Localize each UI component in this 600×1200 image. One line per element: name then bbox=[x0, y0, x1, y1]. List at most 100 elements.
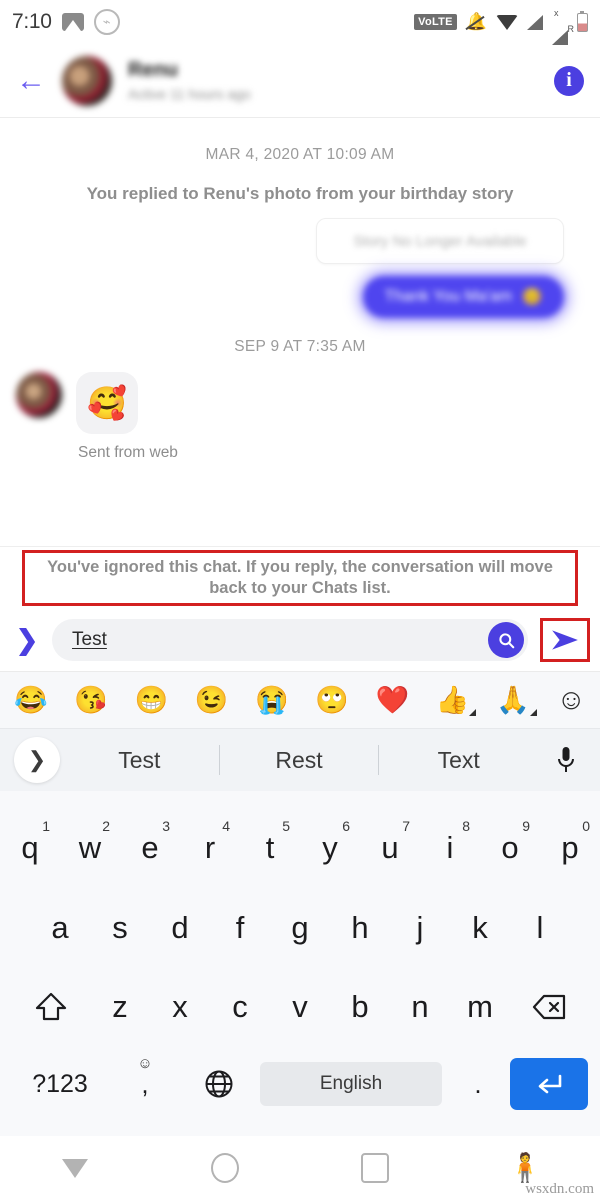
key-comma[interactable]: ☺ , bbox=[108, 1055, 182, 1100]
battery-icon bbox=[577, 10, 588, 32]
emoji-kiss-heart[interactable]: 😘 bbox=[74, 686, 108, 714]
key-e[interactable]: 3e bbox=[120, 818, 180, 877]
story-card[interactable]: Story No Longer Available bbox=[316, 218, 564, 264]
key-t-label: t bbox=[265, 829, 275, 865]
key-i-number: 8 bbox=[462, 817, 470, 834]
key-r-label: r bbox=[204, 829, 216, 865]
key-q[interactable]: 1q bbox=[0, 818, 60, 877]
key-i[interactable]: 8i bbox=[420, 817, 480, 877]
suggestion-word-2[interactable]: Rest bbox=[220, 747, 379, 774]
emoji-loudly-crying[interactable]: 😭 bbox=[255, 686, 289, 714]
globe-icon[interactable] bbox=[182, 1069, 256, 1099]
emoji-joy[interactable]: 😂 bbox=[14, 686, 48, 714]
status-bar-left: 7:10 ⌁ bbox=[12, 9, 120, 35]
info-icon[interactable]: i bbox=[554, 65, 584, 96]
day-stamp: MAR 4, 2020 AT 10:09 AM bbox=[205, 146, 395, 163]
key-d[interactable]: d bbox=[150, 899, 210, 957]
key-y[interactable]: 6y bbox=[300, 817, 360, 877]
status-time: 7:10 bbox=[12, 10, 52, 33]
key-u-number: 7 bbox=[402, 817, 410, 834]
key-u[interactable]: 7u bbox=[360, 817, 420, 877]
nav-back-button[interactable] bbox=[0, 1158, 150, 1178]
message-input[interactable]: Test bbox=[52, 619, 528, 661]
shift-icon[interactable] bbox=[12, 991, 90, 1023]
ignored-notice-wrap: You've ignored this chat. If you reply, … bbox=[0, 546, 600, 609]
signal-icon bbox=[527, 14, 543, 30]
key-period[interactable]: . bbox=[446, 1069, 510, 1100]
system-nav-bar: 🧍 wsxdn.com bbox=[0, 1136, 600, 1200]
suggestion-word-3[interactable]: Text bbox=[379, 747, 538, 774]
nav-accessibility-button[interactable]: 🧍 bbox=[450, 1154, 600, 1182]
key-t[interactable]: 5t bbox=[240, 817, 300, 877]
key-g[interactable]: g bbox=[270, 899, 330, 957]
backspace-icon[interactable] bbox=[510, 991, 588, 1023]
key-u-label: u bbox=[381, 829, 399, 865]
key-symbols[interactable]: ?123 bbox=[12, 1070, 108, 1099]
key-z[interactable]: z bbox=[90, 978, 150, 1036]
key-c[interactable]: c bbox=[210, 978, 270, 1036]
variant-corner-icon bbox=[529, 708, 537, 716]
key-f[interactable]: f bbox=[210, 899, 270, 957]
key-m[interactable]: m bbox=[450, 978, 510, 1036]
composer-expand-button[interactable]: ❯ bbox=[10, 625, 44, 656]
key-o-number: 9 bbox=[522, 817, 530, 834]
contact-status: Active 11 hours ago bbox=[128, 86, 251, 102]
search-icon[interactable] bbox=[488, 622, 524, 658]
day-stamp-2: SEP 9 AT 7:35 AM bbox=[234, 338, 366, 355]
suggestion-word-1[interactable]: Test bbox=[60, 747, 219, 774]
key-x[interactable]: x bbox=[150, 978, 210, 1036]
key-i-label: i bbox=[446, 829, 454, 865]
emoji-red-heart[interactable]: ❤️ bbox=[376, 686, 410, 714]
key-enter[interactable] bbox=[510, 1058, 588, 1111]
key-n[interactable]: n bbox=[390, 978, 450, 1036]
key-b[interactable]: b bbox=[330, 978, 390, 1036]
key-y-number: 6 bbox=[342, 817, 350, 834]
key-k[interactable]: k bbox=[450, 899, 510, 957]
microphone-icon[interactable] bbox=[538, 745, 594, 775]
key-t-number: 5 bbox=[282, 817, 290, 834]
nav-home-icon bbox=[211, 1153, 239, 1183]
emoji-quick-bar: 😂 😘 😁 😉 😭 🙄 ❤️ 👍 🙏 ☺ bbox=[0, 672, 600, 729]
status-bar: 7:10 ⌁ VoLTE 🔔 xR bbox=[0, 0, 600, 45]
keyboard-row-2: a s d f g h j k l bbox=[0, 899, 600, 957]
key-q-label: q bbox=[21, 829, 39, 865]
key-r[interactable]: 4r bbox=[180, 817, 240, 877]
suggestion-strip: ❯ Test Rest Text bbox=[0, 729, 600, 791]
key-v[interactable]: v bbox=[270, 978, 330, 1036]
emoji-beaming[interactable]: 😁 bbox=[135, 686, 169, 714]
key-l[interactable]: l bbox=[510, 899, 570, 957]
key-comma-alt: ☺ bbox=[137, 1054, 153, 1072]
key-r-number: 4 bbox=[222, 817, 230, 834]
key-comma-label: , bbox=[141, 1068, 149, 1099]
incoming-sticker[interactable]: 🥰 bbox=[76, 372, 138, 434]
key-p[interactable]: 0p bbox=[540, 817, 600, 877]
emoji-folded-hands[interactable]: 🙏 bbox=[496, 686, 537, 716]
suggestion-expand-button[interactable]: ❯ bbox=[14, 737, 60, 783]
reply-context: You replied to Renu's photo from your bi… bbox=[86, 184, 514, 203]
key-e-label: e bbox=[141, 829, 159, 865]
nav-recents-button[interactable] bbox=[300, 1153, 450, 1183]
outgoing-message-emoji: 😊 bbox=[522, 289, 542, 306]
key-space[interactable]: English bbox=[260, 1062, 442, 1107]
key-p-number: 0 bbox=[582, 817, 590, 834]
emoji-picker-smiley[interactable]: ☺ bbox=[556, 685, 586, 715]
back-button[interactable]: ← bbox=[16, 65, 58, 96]
key-h[interactable]: h bbox=[330, 899, 390, 957]
key-y-label: y bbox=[322, 829, 338, 865]
avatar[interactable] bbox=[62, 55, 112, 106]
key-o-label: o bbox=[501, 829, 519, 865]
emoji-rolling-eyes[interactable]: 🙄 bbox=[315, 686, 349, 714]
nav-home-button[interactable] bbox=[150, 1153, 300, 1183]
key-s[interactable]: s bbox=[90, 899, 150, 957]
emoji-wink[interactable]: 😉 bbox=[195, 686, 229, 714]
emoji-thumbs-up[interactable]: 👍 bbox=[436, 686, 477, 716]
send-button[interactable] bbox=[540, 618, 590, 662]
ignored-notice-text: You've ignored this chat. If you reply, … bbox=[47, 558, 553, 597]
message-avatar[interactable] bbox=[16, 372, 62, 418]
key-a[interactable]: a bbox=[30, 899, 90, 957]
key-o[interactable]: 9o bbox=[480, 817, 540, 877]
outgoing-message-bubble[interactable]: Thank You Ma'am 😊 bbox=[362, 276, 564, 318]
key-j[interactable]: j bbox=[390, 899, 450, 957]
key-w[interactable]: 2w bbox=[60, 818, 120, 877]
incoming-meta: Sent from web bbox=[78, 444, 178, 461]
